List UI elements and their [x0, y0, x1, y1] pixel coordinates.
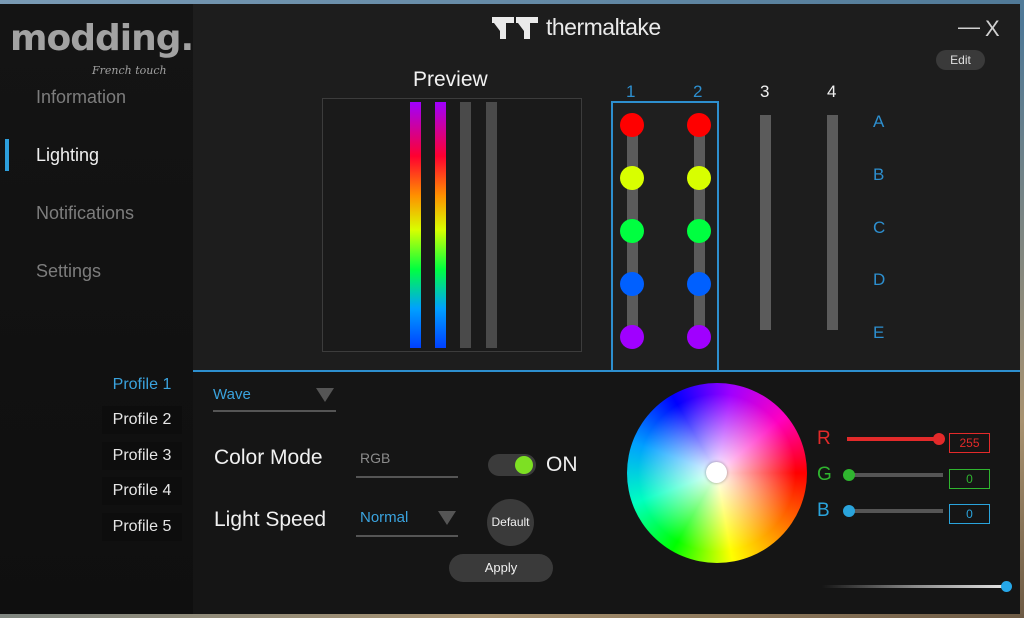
- minimize-button[interactable]: —: [958, 14, 980, 40]
- led-2-a[interactable]: [687, 113, 711, 137]
- g-slider[interactable]: [843, 469, 943, 481]
- r-value-input[interactable]: 255: [949, 433, 990, 453]
- profile-button-2[interactable]: Profile 2: [102, 406, 182, 434]
- nav-item-notifications[interactable]: Notifications: [36, 203, 134, 224]
- toggle-label: ON: [546, 453, 578, 476]
- preview-strip-4: [486, 102, 497, 348]
- brand-name: thermaltake: [546, 14, 661, 40]
- brightness-slider-thumb[interactable]: [1001, 581, 1012, 592]
- chevron-down-icon: [438, 511, 456, 525]
- nav-item-lighting[interactable]: Lighting: [36, 145, 99, 166]
- brightness-slider[interactable]: [822, 585, 1008, 588]
- led-2-d[interactable]: [687, 272, 711, 296]
- lighting-preview-area: [193, 4, 1020, 370]
- color-wheel-cursor[interactable]: [706, 462, 727, 483]
- default-button[interactable]: Default: [487, 499, 534, 546]
- channel-label-4[interactable]: 4: [827, 82, 836, 102]
- led-1-b[interactable]: [620, 166, 644, 190]
- channel-label-2[interactable]: 2: [693, 82, 702, 102]
- power-toggle[interactable]: [488, 454, 536, 476]
- channel-4-track[interactable]: [827, 115, 838, 330]
- row-label-e: E: [873, 323, 885, 342]
- light-speed-label: Light Speed: [214, 508, 327, 531]
- sidebar: modding.fr French touch Information Ligh…: [0, 4, 226, 614]
- channel-label-1[interactable]: 1: [626, 82, 635, 102]
- nav-item-information[interactable]: Information: [36, 87, 126, 108]
- led-2-c[interactable]: [687, 219, 711, 243]
- g-label: G: [817, 464, 832, 485]
- channel-label-3[interactable]: 3: [760, 82, 769, 102]
- b-label: B: [817, 500, 830, 521]
- row-label-d: D: [873, 270, 886, 289]
- preview-strip-2: [435, 102, 446, 348]
- close-button[interactable]: X: [985, 16, 1000, 42]
- led-1-c[interactable]: [620, 219, 644, 243]
- light-speed-value: Normal: [360, 509, 409, 526]
- r-slider-thumb[interactable]: [933, 433, 945, 445]
- led-1-e[interactable]: [620, 325, 644, 349]
- effect-dropdown-value: Wave: [213, 386, 251, 403]
- r-slider[interactable]: [847, 433, 945, 445]
- r-label: R: [817, 428, 831, 449]
- channel-3-track[interactable]: [760, 115, 771, 330]
- led-1-d[interactable]: [620, 272, 644, 296]
- g-value-input[interactable]: 0: [949, 469, 990, 489]
- profile-button-3[interactable]: Profile 3: [102, 442, 182, 470]
- chevron-down-icon: [316, 388, 334, 402]
- led-1-a[interactable]: [620, 113, 644, 137]
- b-value-input[interactable]: 0: [949, 504, 990, 524]
- row-label-a: A: [873, 112, 885, 131]
- color-mode-label: Color Mode: [214, 446, 323, 469]
- effect-dropdown[interactable]: Wave: [213, 386, 336, 412]
- preview-title: Preview: [413, 68, 488, 91]
- profile-button-4[interactable]: Profile 4: [102, 477, 182, 505]
- color-mode-field[interactable]: RGB: [356, 450, 458, 478]
- g-slider-thumb[interactable]: [843, 469, 855, 481]
- r-slider-fill: [847, 437, 943, 441]
- profile-button-1[interactable]: Profile 1: [102, 371, 182, 399]
- nav-active-indicator: [5, 139, 9, 171]
- apply-button[interactable]: Apply: [449, 554, 553, 582]
- row-label-c: C: [873, 218, 886, 237]
- tt-logo-icon: [492, 16, 538, 39]
- preview-strip-3: [460, 102, 471, 348]
- profile-button-5[interactable]: Profile 5: [102, 513, 182, 541]
- app-window: modding.fr French touch Information Ligh…: [0, 4, 1020, 614]
- nav-item-settings[interactable]: Settings: [36, 261, 101, 282]
- b-slider[interactable]: [843, 505, 943, 517]
- preview-strip-1: [410, 102, 421, 348]
- preview-box: [322, 98, 582, 352]
- light-speed-dropdown[interactable]: Normal: [356, 509, 458, 537]
- led-2-e[interactable]: [687, 325, 711, 349]
- edit-button[interactable]: Edit: [936, 50, 985, 70]
- led-2-b[interactable]: [687, 166, 711, 190]
- b-slider-thumb[interactable]: [843, 505, 855, 517]
- toggle-knob: [515, 456, 533, 474]
- brand: thermaltake: [492, 14, 661, 41]
- row-label-b: B: [873, 165, 885, 184]
- watermark-tagline: French touch: [92, 64, 167, 77]
- selected-channels-panel: [611, 101, 719, 375]
